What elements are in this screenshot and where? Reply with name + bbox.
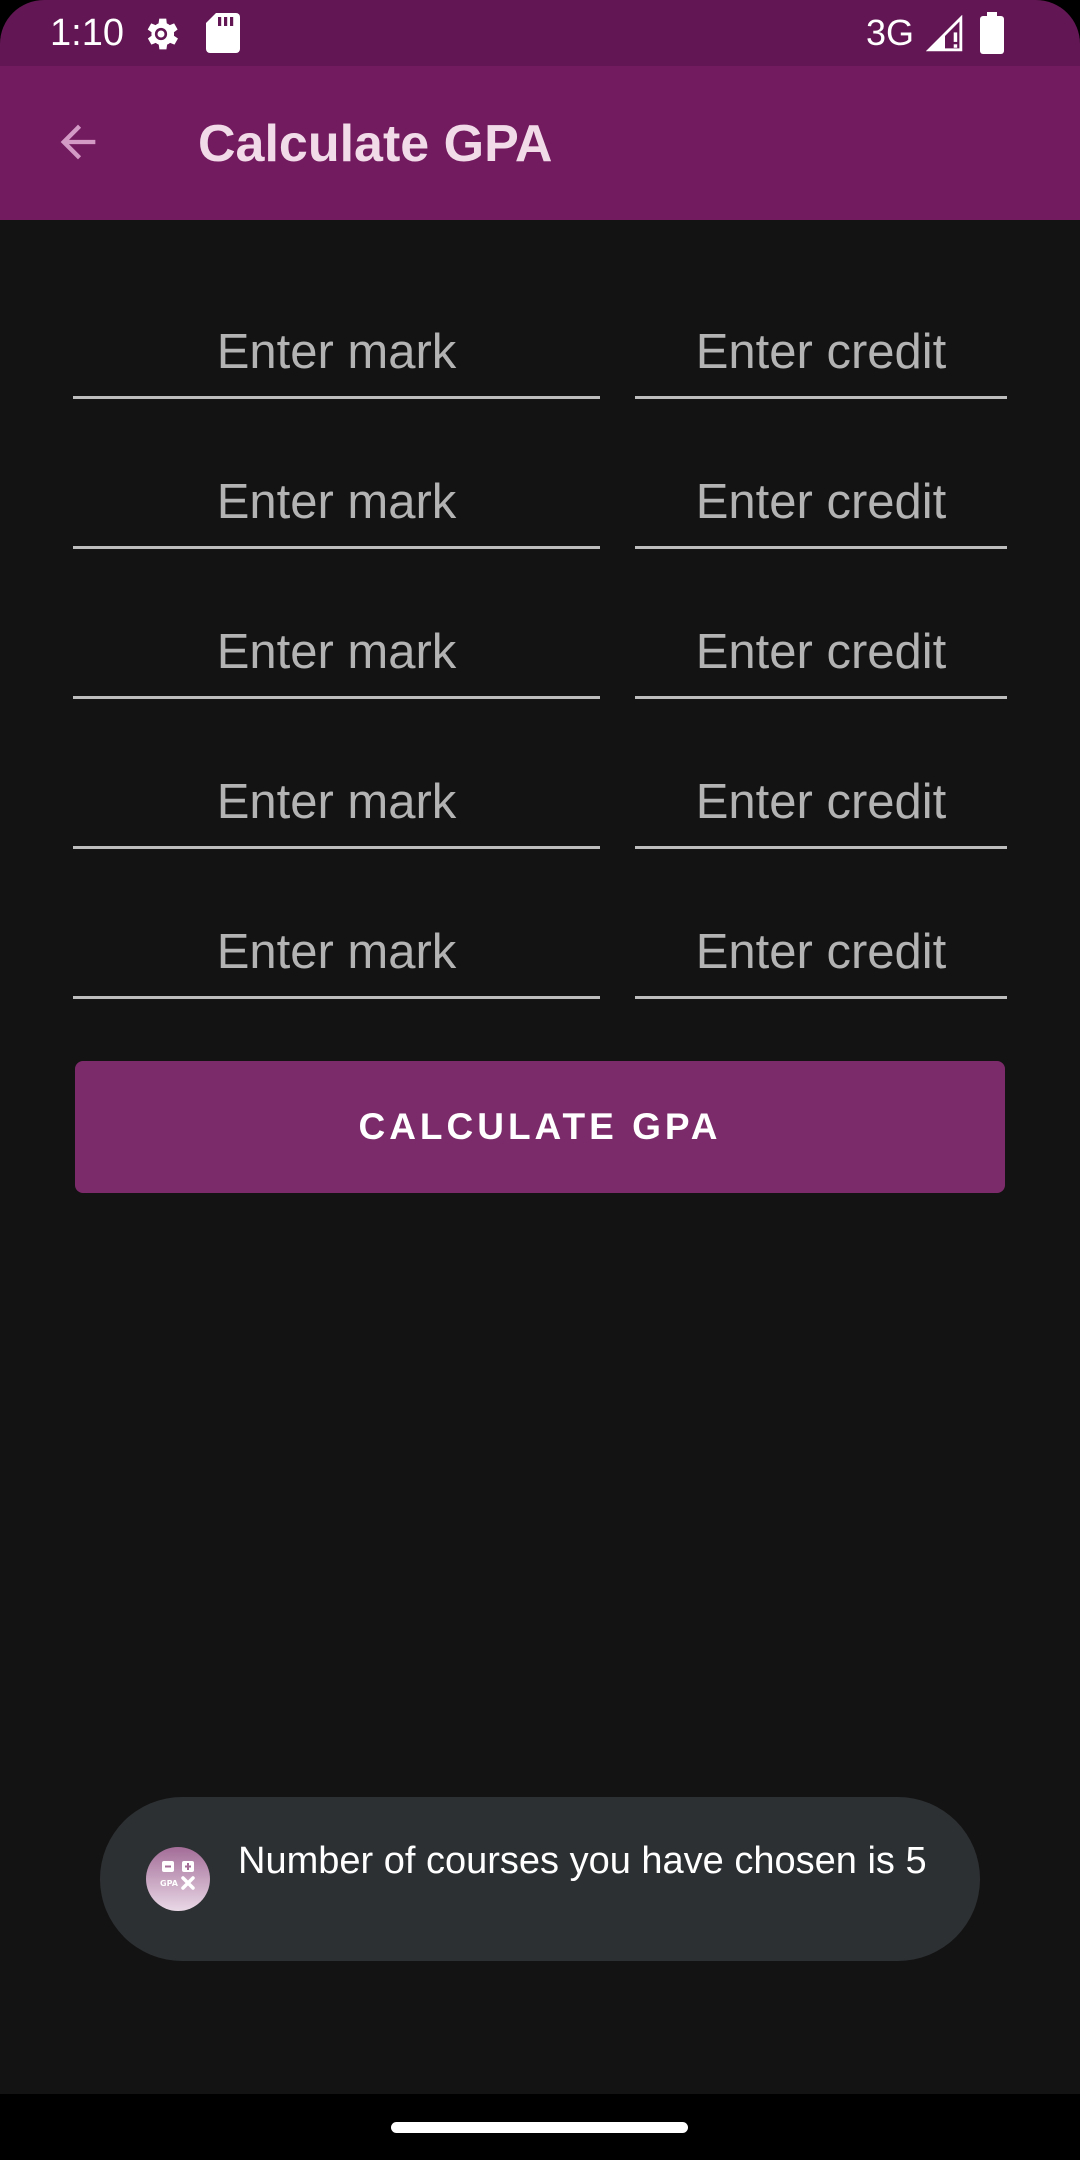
signal-icon xyxy=(926,15,963,52)
credit-input-2[interactable] xyxy=(635,474,1007,530)
home-gesture-handle[interactable] xyxy=(391,2122,688,2133)
back-button[interactable] xyxy=(40,104,116,180)
credit-field-1[interactable] xyxy=(635,308,1007,399)
page-title: Calculate GPA xyxy=(198,115,553,173)
credit-input-5[interactable] xyxy=(635,924,1007,980)
mark-field-5[interactable] xyxy=(73,908,600,999)
mark-input-2[interactable] xyxy=(73,474,600,530)
mark-input-3[interactable] xyxy=(73,624,600,680)
app-bar: Calculate GPA xyxy=(0,66,1080,220)
network-type: 3G xyxy=(866,12,915,53)
credit-field-5[interactable] xyxy=(635,908,1007,999)
credit-field-3[interactable] xyxy=(635,608,1007,699)
navigation-bar xyxy=(0,2094,1080,2160)
app-screen: 1:10 3G Calculate GPA Enter mark Enter c… xyxy=(0,0,1080,2160)
credit-input-1[interactable] xyxy=(635,324,1007,380)
arrow-back-icon xyxy=(60,124,96,160)
sd-card-icon xyxy=(206,13,240,53)
mark-field-2[interactable] xyxy=(73,458,600,549)
svg-text:GPA: GPA xyxy=(160,1879,179,1888)
mark-field-4[interactable] xyxy=(73,758,600,849)
credit-input-3[interactable] xyxy=(635,624,1007,680)
credit-field-2[interactable] xyxy=(635,458,1007,549)
credit-input-4[interactable] xyxy=(635,774,1007,830)
toast-text: Number of courses you have chosen is 5 xyxy=(238,1840,927,1882)
battery-icon xyxy=(980,12,1004,54)
settings-gear-icon xyxy=(147,18,178,50)
mark-field-3[interactable] xyxy=(73,608,600,699)
status-bar: 1:10 3G xyxy=(0,0,1080,66)
mark-input-1[interactable] xyxy=(73,324,600,380)
mark-input-4[interactable] xyxy=(73,774,600,830)
calculate-gpa-button[interactable]: CALCULATE GPA xyxy=(75,1061,1005,1193)
mark-input-5[interactable] xyxy=(73,924,600,980)
status-time: 1:10 xyxy=(50,12,124,54)
mark-field-1[interactable] xyxy=(73,308,600,399)
gpa-calculator-app-icon: GPA xyxy=(146,1847,210,1911)
credit-field-4[interactable] xyxy=(635,758,1007,849)
toast-message: GPA Number of courses you have chosen is… xyxy=(100,1797,980,1961)
